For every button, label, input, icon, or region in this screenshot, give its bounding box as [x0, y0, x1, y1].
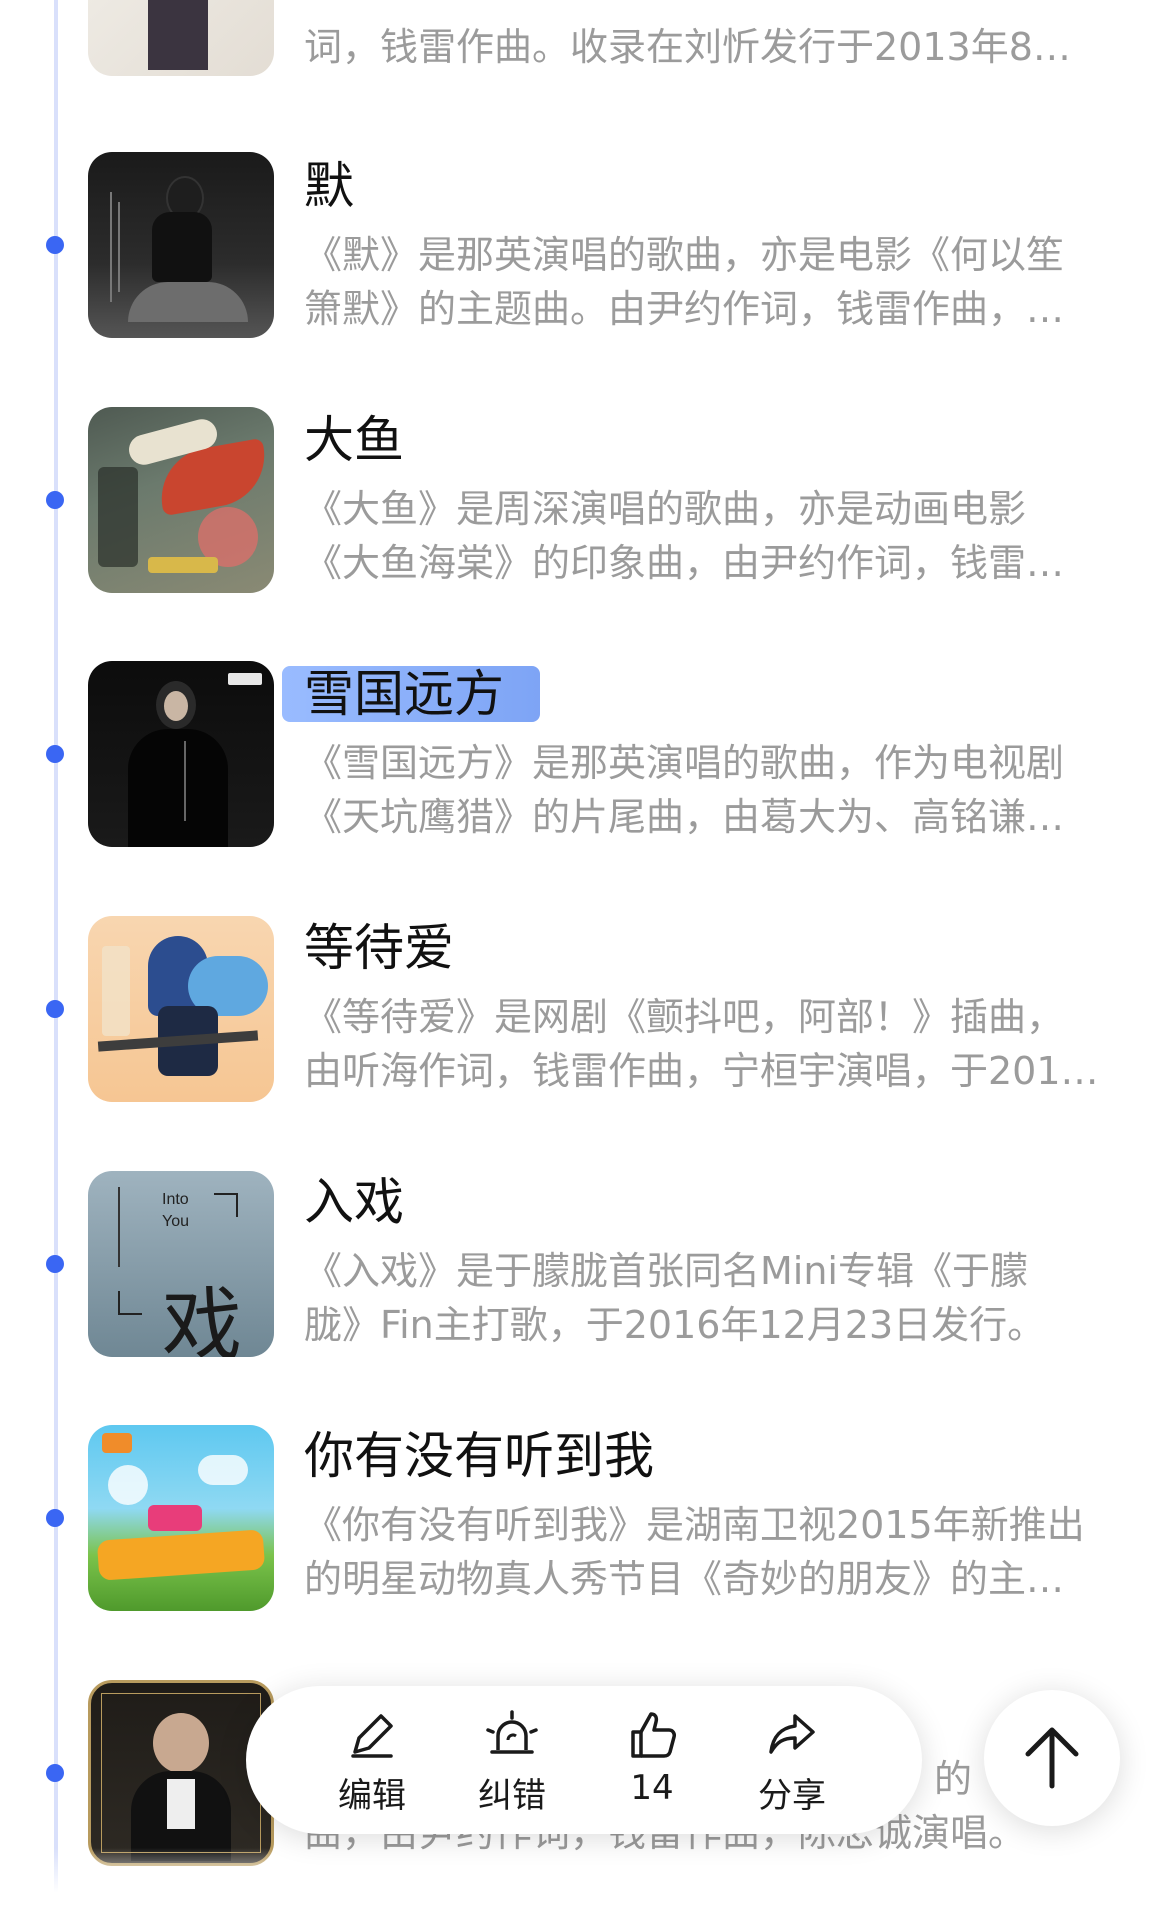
song-thumbnail[interactable]: [88, 661, 274, 847]
thumb-text: Into: [162, 1191, 189, 1208]
thumb-text: You: [162, 1213, 189, 1230]
song-thumbnail[interactable]: [88, 1425, 274, 1611]
bottom-fade: [0, 1848, 1169, 1912]
timeline-line: [54, 0, 58, 1912]
song-thumbnail[interactable]: [88, 916, 274, 1102]
timeline-dot: [46, 1509, 64, 1527]
song-description: 词，钱雷作曲。收录在刘忻发行于2013年8…: [304, 25, 1071, 69]
timeline-dot: [46, 236, 64, 254]
song-description: 《雪国远方》是那英演唱的歌曲，作为电视剧 《天坑鹰猎》的片尾曲，由葛大为、高铭谦…: [304, 741, 1065, 839]
thumbs-up-icon: [631, 1712, 676, 1758]
edit-label: 编辑: [338, 1776, 406, 1816]
song-title[interactable]: 你有没有听到我: [304, 1426, 654, 1486]
timeline-dot: [46, 491, 64, 509]
edit-button[interactable]: 编辑: [312, 1708, 432, 1817]
back-to-top-button[interactable]: [984, 1690, 1120, 1826]
report-error-button[interactable]: 纠错: [452, 1708, 572, 1817]
song-thumbnail[interactable]: [88, 1680, 274, 1866]
share-label: 分享: [758, 1776, 826, 1816]
song-description: 《你有没有听到我》是湖南卫视2015年新推出 的明星动物真人秀节目《奇妙的朋友》…: [304, 1503, 1085, 1601]
song-thumbnail[interactable]: [88, 152, 274, 338]
alarm-icon: [486, 1710, 538, 1754]
song-title[interactable]: 入戏: [304, 1172, 404, 1232]
song-thumbnail[interactable]: [88, 407, 274, 593]
song-title[interactable]: 等待爱: [304, 918, 454, 978]
like-count: 14: [630, 1768, 674, 1808]
song-thumbnail[interactable]: [88, 0, 274, 76]
share-button[interactable]: 分享: [732, 1708, 852, 1817]
share-icon: [769, 1714, 815, 1754]
timeline-dot: [46, 745, 64, 763]
timeline-dot: [46, 1000, 64, 1018]
song-description: 《大鱼》是周深演唱的歌曲，亦是动画电影 《大鱼海棠》的印象曲，由尹约作词，钱雷…: [304, 487, 1065, 585]
like-button[interactable]: 14: [592, 1708, 712, 1808]
action-bar: 编辑 纠错 14 分享: [246, 1686, 922, 1834]
timeline-dot: [46, 1255, 64, 1273]
song-description: 《默》是那英演唱的歌曲，亦是电影《何以笙 箫默》的主题曲。由尹约作词，钱雷作曲，…: [304, 233, 1065, 331]
song-description: 《入戏》是于朦胧首张同名Mini专辑《于朦 胧》Fin主打歌，于2016年12月…: [304, 1249, 1046, 1347]
pencil-icon: [351, 1714, 393, 1758]
timeline-dot: [46, 1764, 64, 1782]
report-label: 纠错: [478, 1776, 546, 1816]
song-description: 《等待爱》是网剧《颤抖吧，阿部！》插曲， 由听海作词，钱雷作曲，宁桓宇演唱，于2…: [304, 995, 1099, 1093]
song-title[interactable]: 大鱼: [304, 410, 404, 470]
song-title[interactable]: 默: [304, 156, 354, 216]
thumb-text: 戏: [162, 1279, 242, 1357]
arrow-up-icon: [1025, 1727, 1079, 1789]
song-thumbnail[interactable]: Into You 戏: [88, 1171, 274, 1357]
song-title[interactable]: 雪国远方: [304, 664, 504, 724]
